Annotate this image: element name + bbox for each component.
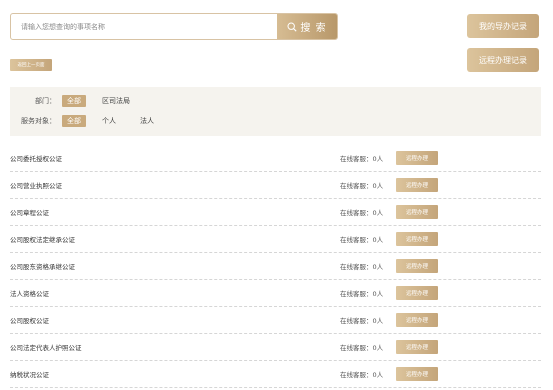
online-service-label: 在线客服： [340,263,373,271]
guide-records-button[interactable]: 我的导办记录 [467,14,539,38]
audience-option-legal-entity[interactable]: 法人 [135,115,159,127]
online-service-count: 0人 [372,317,384,325]
department-filter: 部门： 全部 区司法局 [10,95,135,107]
remote-handle-button[interactable]: 远程办理 [396,205,438,219]
item-name[interactable]: 公司章程公证 [10,207,49,217]
filter-panel: 部门： 全部 区司法局 服务对象： 全部 个人 法人 [10,87,541,136]
audience-option-all[interactable]: 全部 [62,115,86,127]
online-service-label: 在线客服： [340,155,373,163]
online-service-label: 在线客服： [340,290,373,298]
remote-handle-button[interactable]: 远程办理 [396,313,438,327]
online-service-label: 在线客服： [340,236,373,244]
remote-handle-button[interactable]: 远程办理 [396,259,438,273]
online-service-count: 0人 [372,209,384,217]
audience-filter: 服务对象： 全部 个人 法人 [10,115,159,127]
item-name[interactable]: 公司法定代表人护照公证 [10,342,82,352]
list-item: 法人资格公证 在线客服：0人 远程办理 [10,280,541,307]
online-service-count: 0人 [372,371,384,379]
online-service-status: 在线客服：0人 [340,153,383,163]
online-service-status: 在线客服：0人 [340,369,383,379]
item-name[interactable]: 公司股权法定继承公证 [10,234,75,244]
online-service-label: 在线客服： [340,182,373,190]
remote-handle-button[interactable]: 远程办理 [396,178,438,192]
item-name[interactable]: 纳税状况公证 [10,369,49,379]
search-input[interactable] [11,14,279,39]
search-button[interactable]: 搜 索 [277,14,337,39]
online-service-count: 0人 [372,155,384,163]
online-service-status: 在线客服：0人 [340,180,383,190]
item-name[interactable]: 公司委托授权公证 [10,153,62,163]
department-filter-label: 部门： [35,97,56,105]
online-service-status: 在线客服：0人 [340,207,383,217]
online-service-label: 在线客服： [340,209,373,217]
item-name[interactable]: 公司营业执照公证 [10,180,62,190]
item-name[interactable]: 公司股权公证 [10,315,49,325]
online-service-count: 0人 [372,290,384,298]
list-item: 公司股东资格承继公证 在线客服：0人 远程办理 [10,253,541,280]
item-name[interactable]: 法人资格公证 [10,288,49,298]
list-item: 公司股权公证 在线客服：0人 远程办理 [10,307,541,334]
remote-handle-button[interactable]: 远程办理 [396,151,438,165]
list-item: 公司法定代表人护照公证 在线客服：0人 远程办理 [10,334,541,361]
item-name[interactable]: 公司股东资格承继公证 [10,261,75,271]
online-service-count: 0人 [372,182,384,190]
department-option-all[interactable]: 全部 [62,95,86,107]
list-item: 公司营业执照公证 在线客服：0人 远程办理 [10,172,541,199]
list-item: 公司委托授权公证 在线客服：0人 远程办理 [10,145,541,172]
online-service-label: 在线客服： [340,371,373,379]
remote-handle-button[interactable]: 远程办理 [396,232,438,246]
online-service-status: 在线客服：0人 [340,315,383,325]
back-button[interactable]: 返回上一页面 [10,59,52,71]
remote-handle-button[interactable]: 远程办理 [396,367,438,381]
online-service-status: 在线客服：0人 [340,261,383,271]
list-item: 公司章程公证 在线客服：0人 远程办理 [10,199,541,226]
search-box: 搜 索 [10,13,338,40]
search-icon [287,21,297,32]
remote-records-button[interactable]: 远程办理记录 [467,48,539,72]
list-item: 公司股权法定继承公证 在线客服：0人 远程办理 [10,226,541,253]
audience-option-individual[interactable]: 个人 [97,115,121,127]
online-service-count: 0人 [372,236,384,244]
department-option-justice-bureau[interactable]: 区司法局 [97,95,135,107]
online-service-status: 在线客服：0人 [340,342,383,352]
search-button-label: 搜 索 [300,23,327,34]
online-service-label: 在线客服： [340,344,373,352]
service-list: 公司委托授权公证 在线客服：0人 远程办理 公司营业执照公证 在线客服：0人 远程办理 公司… [10,145,541,388]
audience-filter-label: 服务对象： [21,117,56,125]
online-service-count: 0人 [372,263,384,271]
remote-handle-button[interactable]: 远程办理 [396,286,438,300]
online-service-label: 在线客服： [340,317,373,325]
list-item: 纳税状况公证 在线客服：0人 远程办理 [10,361,541,388]
online-service-status: 在线客服：0人 [340,288,383,298]
remote-handle-button[interactable]: 远程办理 [396,340,438,354]
online-service-status: 在线客服：0人 [340,234,383,244]
online-service-count: 0人 [372,344,384,352]
